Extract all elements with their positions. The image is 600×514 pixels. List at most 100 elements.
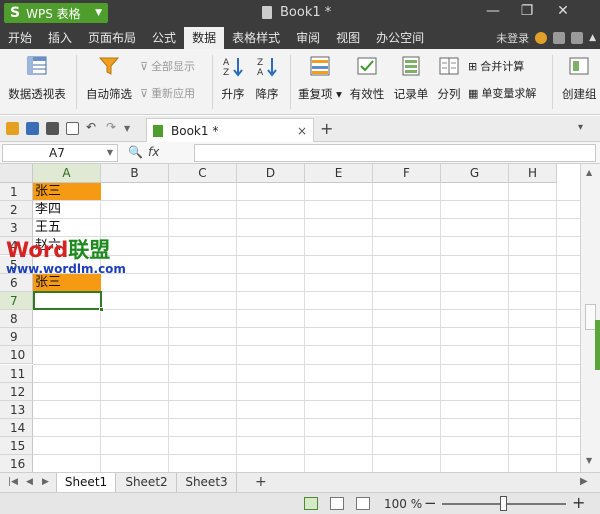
cell-a1[interactable]: 张三 bbox=[33, 183, 101, 200]
fill-handle[interactable] bbox=[99, 307, 104, 312]
spreadsheet-grid[interactable]: ABCDEFGH 1 2 3 4 5 6 7 8 9 10 11 12 13 14 15 16 张三 李四 王五赵… bbox=[0, 164, 580, 472]
close-tab-icon[interactable]: × bbox=[297, 124, 307, 138]
row-header-16[interactable]: 16 bbox=[0, 455, 33, 472]
zoom-out-button[interactable]: − bbox=[424, 494, 437, 512]
save-icon[interactable] bbox=[26, 122, 39, 135]
split-column-button[interactable]: 分列 bbox=[434, 55, 464, 102]
goal-seek-button[interactable]: ▦ 单变量求解 bbox=[468, 85, 536, 101]
undo-icon[interactable]: ↶ bbox=[86, 120, 99, 134]
account-icon[interactable] bbox=[535, 32, 548, 44]
consolidate-button[interactable]: ⊞ 合并计算 bbox=[468, 58, 524, 74]
cell-a6[interactable]: 张三 bbox=[33, 273, 101, 291]
row-header-2[interactable]: 2 bbox=[0, 201, 33, 220]
tab-options-icon[interactable]: ▾ bbox=[578, 122, 583, 133]
column-header-c[interactable]: C bbox=[169, 164, 237, 183]
validity-button[interactable]: 有效性 bbox=[348, 55, 386, 102]
prev-sheet-icon[interactable]: ◀ bbox=[26, 477, 33, 487]
column-header-g[interactable]: G bbox=[441, 164, 509, 183]
formula-bar: A7 ▼ 🔍 fx bbox=[0, 142, 600, 164]
sheet-tab-sheet2[interactable]: Sheet2 bbox=[117, 473, 177, 493]
tab-review[interactable]: 审阅 bbox=[288, 27, 328, 49]
ribbon-divider bbox=[212, 55, 213, 109]
scroll-up-icon[interactable]: ▲ bbox=[586, 168, 592, 177]
first-sheet-icon[interactable]: |◀ bbox=[8, 477, 18, 487]
record-form-button[interactable]: 记录单 bbox=[392, 55, 430, 102]
row-header-8[interactable]: 8 bbox=[0, 310, 33, 329]
sheet-tab-sheet1[interactable]: Sheet1 bbox=[56, 473, 116, 493]
column-header-h[interactable]: H bbox=[509, 164, 557, 183]
record-form-icon bbox=[402, 56, 420, 76]
tab-table-style[interactable]: 表格样式 bbox=[224, 27, 288, 49]
row-header-12[interactable]: 12 bbox=[0, 382, 33, 401]
sort-ascending-button[interactable]: A Z 升序 bbox=[218, 55, 248, 102]
zoom-lens-icon[interactable]: 🔍 bbox=[128, 145, 143, 159]
login-link[interactable]: 未登录 bbox=[496, 30, 529, 46]
skin-icon[interactable] bbox=[553, 32, 566, 44]
active-cell-cursor[interactable] bbox=[33, 291, 104, 312]
column-header-a[interactable]: A bbox=[33, 164, 101, 183]
sort-descending-button[interactable]: Z A 降序 bbox=[252, 55, 282, 102]
page-break-view-icon[interactable] bbox=[330, 497, 344, 510]
document-tab[interactable]: Book1 * × bbox=[146, 118, 314, 142]
minimize-button[interactable]: — bbox=[482, 3, 504, 19]
sheet-tab-sheet3[interactable]: Sheet3 bbox=[177, 473, 237, 493]
row-header-13[interactable]: 13 bbox=[0, 400, 33, 419]
zoom-slider-knob[interactable] bbox=[500, 496, 507, 511]
reapply-button[interactable]: ⊽ 重新应用 bbox=[140, 85, 195, 101]
tab-home[interactable]: 开始 bbox=[0, 27, 40, 49]
chevron-down-icon[interactable]: ▼ bbox=[107, 145, 113, 161]
row-header-9[interactable]: 9 bbox=[0, 328, 33, 347]
row-header-6[interactable]: 6 bbox=[0, 273, 33, 292]
autofilter-button[interactable]: 自动筛选 bbox=[84, 55, 134, 102]
create-group-button[interactable]: 创建组 bbox=[558, 55, 600, 102]
restore-button[interactable]: ❐ bbox=[516, 3, 538, 19]
fx-button[interactable]: fx bbox=[148, 145, 159, 159]
cell-a3[interactable]: 王五 bbox=[33, 219, 101, 236]
row-header-15[interactable]: 15 bbox=[0, 437, 33, 456]
close-window-button[interactable]: ✕ bbox=[552, 3, 574, 19]
redo-icon[interactable]: ↷ bbox=[106, 120, 119, 134]
grid-row-line bbox=[33, 309, 580, 311]
zoom-in-button[interactable]: + bbox=[572, 493, 585, 512]
customize-dropdown-icon[interactable]: ▼ bbox=[124, 124, 137, 137]
row-header-1[interactable]: 1 bbox=[0, 183, 33, 201]
full-screen-icon[interactable] bbox=[356, 497, 370, 510]
side-panel-toggle[interactable] bbox=[595, 320, 600, 370]
app-menu-button[interactable]: S WPS 表格 ▼ bbox=[4, 3, 108, 23]
column-header-d[interactable]: D bbox=[237, 164, 305, 183]
column-header-f[interactable]: F bbox=[373, 164, 441, 183]
row-header-11[interactable]: 11 bbox=[0, 364, 33, 383]
tab-data[interactable]: 数据 bbox=[184, 27, 225, 49]
column-header-e[interactable]: E bbox=[305, 164, 373, 183]
add-sheet-button[interactable]: + bbox=[255, 474, 267, 490]
pivot-table-button[interactable]: 数据透视表 bbox=[6, 55, 68, 102]
new-tab-button[interactable]: + bbox=[320, 119, 333, 138]
help-icon[interactable] bbox=[571, 32, 584, 44]
row-header-14[interactable]: 14 bbox=[0, 418, 33, 437]
formula-input[interactable] bbox=[194, 144, 596, 162]
app-name: WPS 表格 bbox=[26, 6, 81, 21]
tab-page-layout[interactable]: 页面布局 bbox=[80, 27, 144, 49]
next-sheet-icon[interactable]: ▶ bbox=[42, 477, 49, 487]
tab-office-space[interactable]: 办公空间 bbox=[368, 27, 432, 49]
row-header-10[interactable]: 10 bbox=[0, 346, 33, 365]
normal-view-icon[interactable] bbox=[304, 497, 318, 510]
tab-view[interactable]: 视图 bbox=[328, 27, 368, 49]
select-all-corner[interactable] bbox=[0, 164, 33, 183]
row-header-3[interactable]: 3 bbox=[0, 219, 33, 238]
open-file-icon[interactable] bbox=[6, 122, 19, 135]
print-icon[interactable] bbox=[46, 122, 59, 135]
duplicates-button[interactable]: 重复项 ▾ bbox=[296, 55, 344, 102]
chevron-up-icon[interactable]: ▲ bbox=[589, 33, 596, 43]
name-box[interactable]: A7 ▼ bbox=[2, 144, 118, 162]
tab-formulas[interactable]: 公式 bbox=[144, 27, 184, 49]
column-header-b[interactable]: B bbox=[101, 164, 169, 183]
row-header-7[interactable]: 7 bbox=[0, 291, 33, 310]
show-all-button[interactable]: ⊽ 全部显示 bbox=[140, 58, 195, 74]
scroll-down-icon[interactable]: ▼ bbox=[586, 456, 592, 465]
cell-a2[interactable]: 李四 bbox=[33, 201, 101, 218]
scroll-right-icon[interactable]: ▶ bbox=[580, 476, 588, 487]
print-preview-icon[interactable] bbox=[66, 122, 79, 135]
vertical-scrollbar[interactable]: ▲ ▼ bbox=[580, 164, 600, 472]
tab-insert[interactable]: 插入 bbox=[40, 27, 80, 49]
